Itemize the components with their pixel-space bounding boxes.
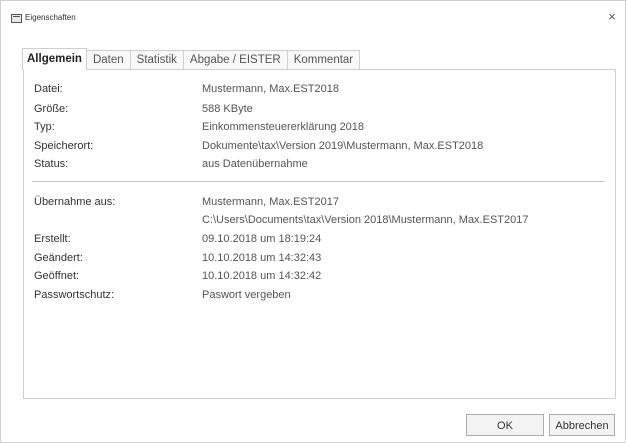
status-label: Status: — [34, 158, 69, 170]
takeover-value: Mustermann, Max.EST2017 — [202, 196, 339, 208]
file-value: Mustermann, Max.EST2018 — [202, 83, 339, 95]
status-value: aus Datenübernahme — [202, 158, 308, 170]
file-label: Datei: — [34, 83, 63, 95]
type-label: Typ: — [34, 121, 55, 133]
password-value: Paswort vergeben — [202, 289, 291, 301]
opened-value: 10.10.2018 um 14:32:42 — [202, 270, 322, 282]
opened-label: Geöffnet: — [34, 270, 80, 282]
location-value: Dokumente\tax\Version 2019\Mustermann, M… — [202, 140, 484, 152]
cancel-button[interactable]: Abbrechen — [549, 414, 615, 436]
location-label: Speicherort: — [34, 140, 94, 152]
created-label: Erstellt: — [34, 233, 71, 245]
close-button[interactable]: × — [605, 10, 619, 24]
created-value: 09.10.2018 um 18:19:24 — [202, 233, 322, 245]
tab-kommentar[interactable]: Kommentar — [286, 50, 361, 69]
takeover-label: Übernahme aus: — [34, 196, 116, 208]
password-label: Passwortschutz: — [34, 289, 115, 301]
tab-allgemein[interactable]: Allgemein — [22, 48, 87, 70]
type-value: Einkommensteuererklärung 2018 — [202, 121, 365, 133]
tab-statistik[interactable]: Statistik — [129, 50, 184, 69]
size-label: Größe: — [34, 103, 69, 115]
takeover-path: C:\Users\Documents\tax\Version 2018\Must… — [202, 214, 529, 226]
modified-label: Geändert: — [34, 252, 83, 264]
tab-bar: Allgemein Daten Statistik Abgabe / EISTE… — [22, 48, 361, 70]
section-divider — [32, 181, 605, 182]
title-bar: Eigenschaften × — [1, 1, 626, 29]
modified-value: 10.10.2018 um 14:32:43 — [202, 252, 322, 264]
properties-dialog: Eigenschaften × Allgemein Daten Statisti… — [0, 0, 626, 443]
size-value: 588 KByte — [202, 103, 253, 115]
window-title: Eigenschaften — [25, 13, 76, 22]
tab-abgabe-elster[interactable]: Abgabe / EISTER — [182, 50, 288, 69]
app-icon — [11, 14, 22, 23]
general-panel: Datei: Mustermann, Max.EST2018 Größe: 58… — [23, 69, 616, 399]
ok-button[interactable]: OK — [466, 414, 544, 436]
tab-daten[interactable]: Daten — [85, 50, 131, 69]
